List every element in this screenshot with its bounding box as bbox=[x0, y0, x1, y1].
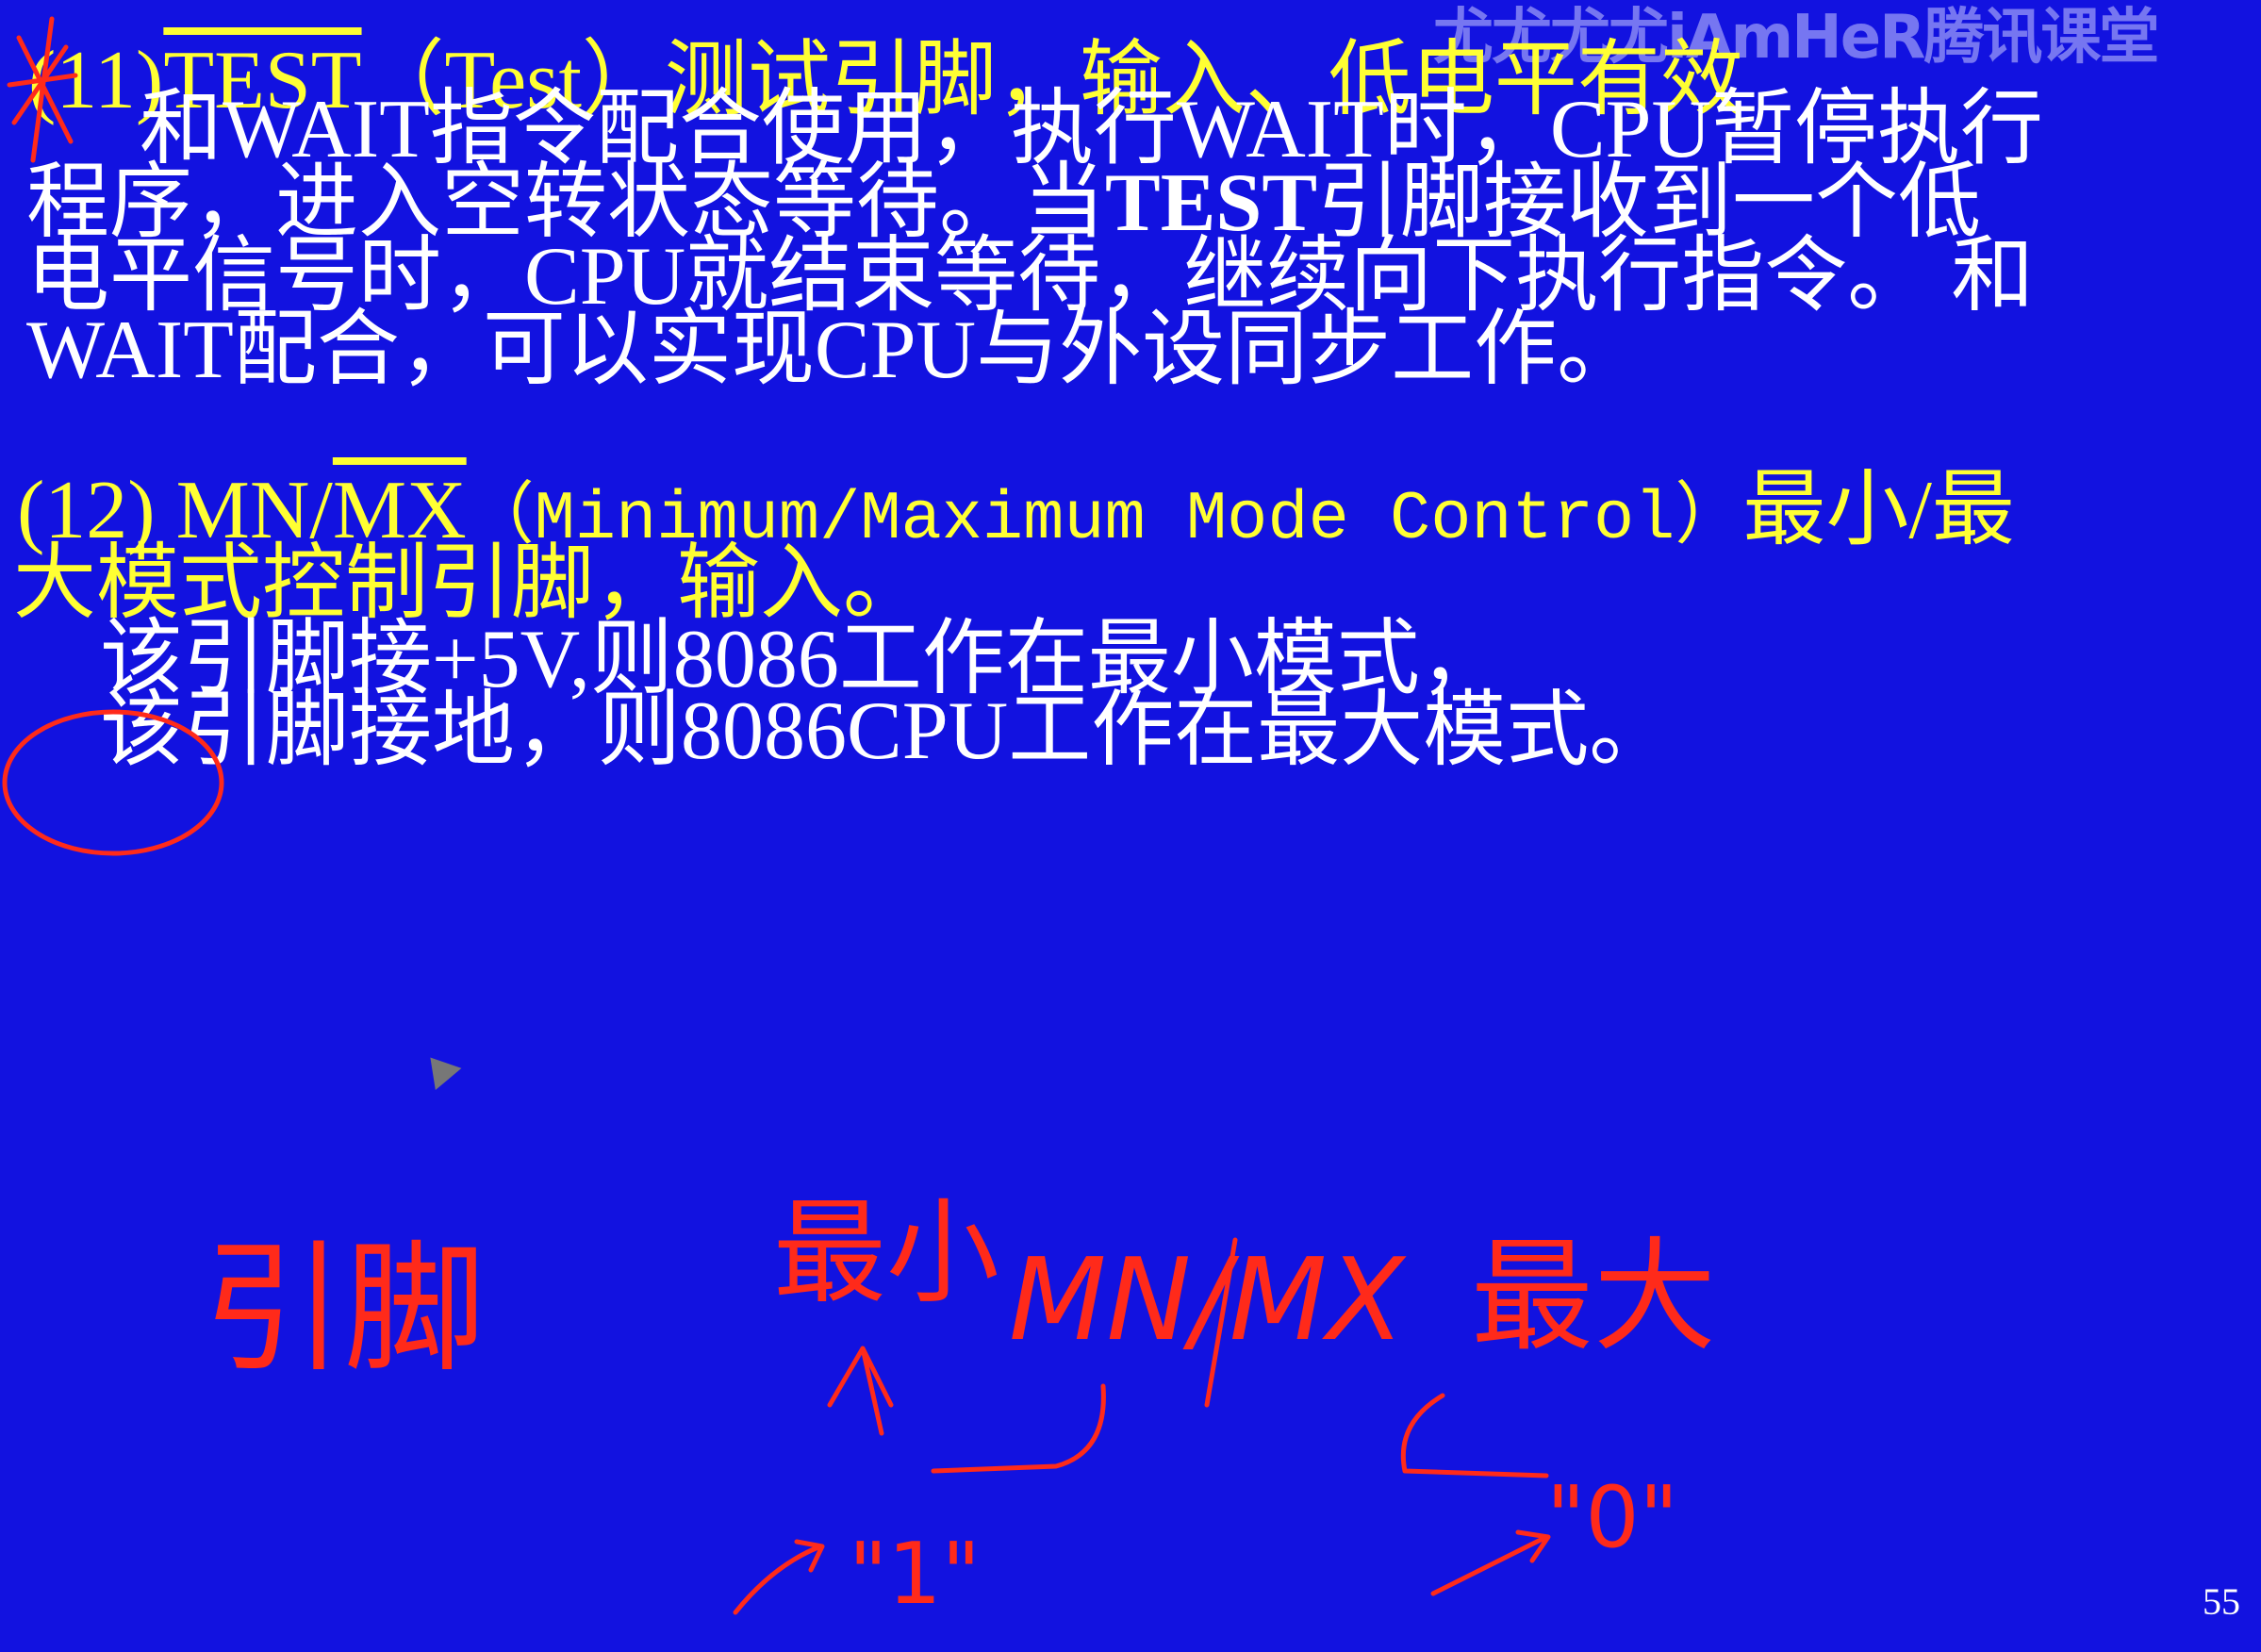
brace-min-icon bbox=[931, 1383, 1106, 1474]
slide: 尤尤尤尤iAmHeR腾讯课堂 (11)TEST（Test）测试引脚，输入、低电平… bbox=[0, 0, 2261, 1652]
star-mark-icon bbox=[7, 16, 78, 163]
annotation-zero: "0" bbox=[1546, 1468, 1678, 1567]
brace-max-icon bbox=[1400, 1393, 1549, 1479]
arrow-one-icon bbox=[733, 1539, 825, 1615]
arrow-zero-icon bbox=[1430, 1529, 1551, 1596]
page-number: 55 bbox=[2203, 1580, 2240, 1623]
handwritten-annotations: 引脚 最小 MN/MX 最大 "1" "0" bbox=[2, 16, 1716, 1624]
annotation-pin: 引脚 bbox=[203, 1228, 486, 1392]
arrow-up-icon bbox=[827, 1346, 894, 1436]
annotation-mnmx: MN/MX bbox=[1009, 1235, 1407, 1366]
annotation-max: 最大 bbox=[1471, 1225, 1716, 1368]
annotation-one: "1" bbox=[849, 1525, 981, 1624]
circle-mark-icon bbox=[2, 709, 224, 856]
annotation-min: 最小 bbox=[773, 1188, 999, 1319]
